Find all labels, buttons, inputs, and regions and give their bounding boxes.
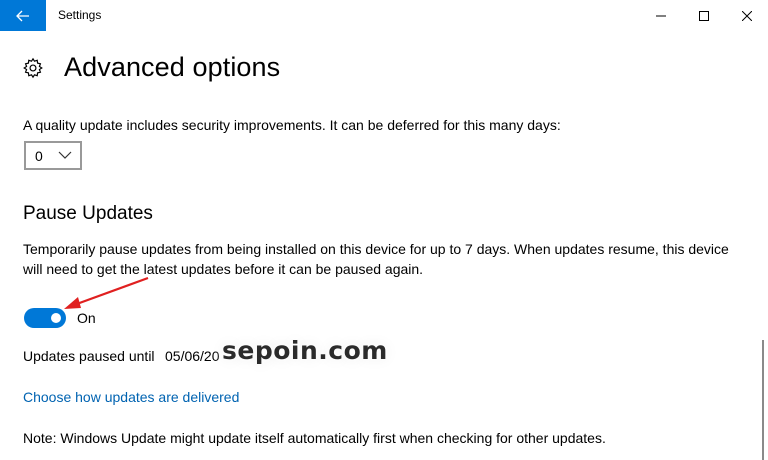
watermark: sepoin.com bbox=[222, 336, 388, 365]
close-button[interactable] bbox=[724, 0, 768, 31]
defer-days-value: 0 bbox=[35, 147, 43, 164]
scrollbar[interactable] bbox=[762, 340, 764, 460]
pause-updates-heading: Pause Updates bbox=[23, 203, 153, 224]
title-bar: Settings bbox=[0, 0, 768, 31]
back-button[interactable] bbox=[0, 0, 46, 31]
paused-until-label: Updates paused until bbox=[23, 348, 155, 364]
minimize-icon bbox=[656, 15, 666, 16]
close-icon bbox=[742, 10, 752, 21]
pause-updates-description-line1: Temporarily pause updates from being ins… bbox=[23, 241, 729, 257]
maximize-button[interactable] bbox=[681, 0, 727, 31]
paused-until-value: 05/06/20 bbox=[165, 348, 220, 364]
back-arrow-icon bbox=[16, 10, 29, 21]
gear-icon bbox=[23, 57, 43, 78]
annotation-arrow-icon bbox=[64, 276, 149, 309]
choose-delivery-link[interactable]: Choose how updates are delivered bbox=[23, 389, 239, 405]
chevron-down-icon bbox=[58, 151, 72, 159]
page-heading: Advanced options bbox=[22, 52, 280, 83]
window-title: Settings bbox=[58, 8, 102, 22]
quality-update-description: A quality update includes security impro… bbox=[23, 117, 561, 133]
maximize-icon bbox=[699, 10, 709, 21]
defer-days-dropdown[interactable]: 0 bbox=[24, 141, 82, 170]
minimize-button[interactable] bbox=[638, 0, 684, 31]
note-text: Note: Windows Update might update itself… bbox=[23, 430, 606, 446]
page-title: Advanced options bbox=[64, 52, 281, 82]
